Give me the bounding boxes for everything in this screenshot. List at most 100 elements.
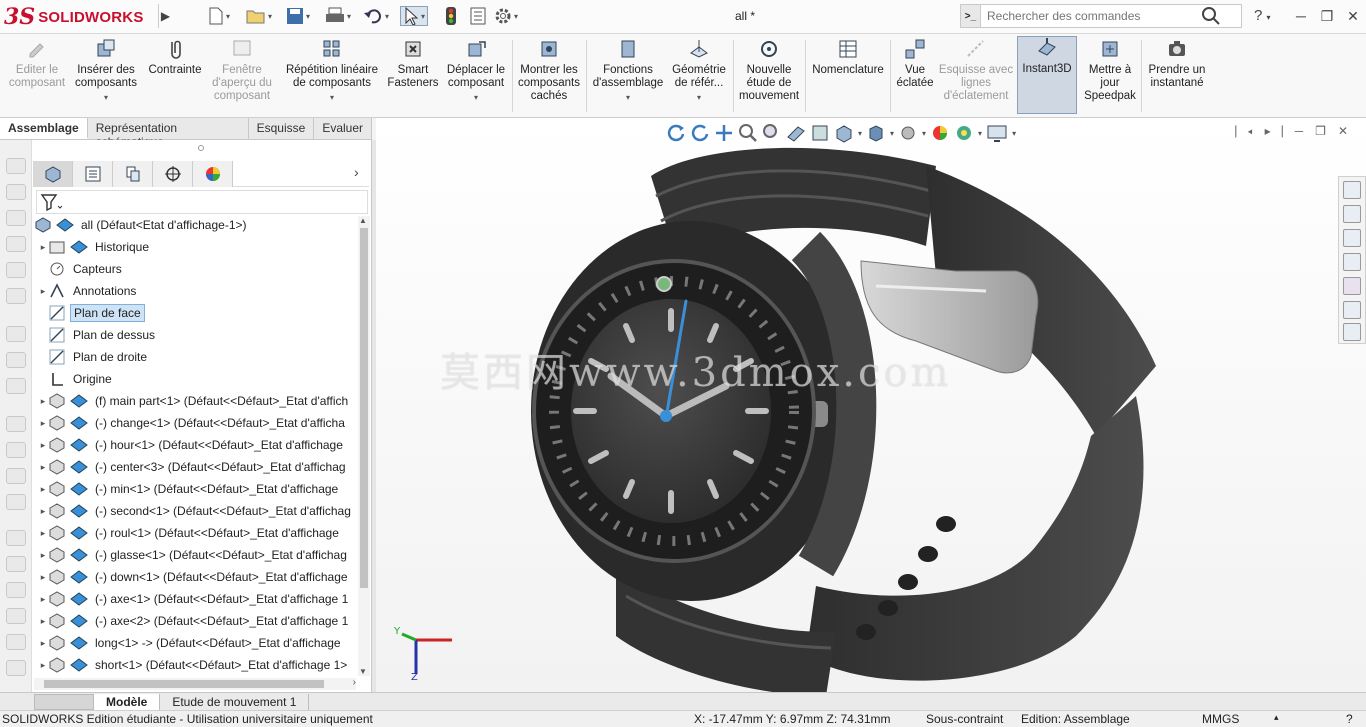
expand-arrow-icon[interactable]: ▸ bbox=[38, 572, 48, 583]
expand-arrow-icon[interactable]: ▸ bbox=[38, 286, 48, 297]
edit-component-button[interactable]: Editer le composant bbox=[6, 38, 68, 90]
menu-flyout-arrow[interactable]: ▶ bbox=[158, 4, 172, 28]
dimxpert-tab[interactable] bbox=[153, 161, 193, 187]
exploded-view-button[interactable]: Vue éclatée bbox=[894, 38, 936, 90]
configuration-manager-tab[interactable] bbox=[113, 161, 153, 187]
minimize-window-icon[interactable]: ─ bbox=[1290, 6, 1312, 26]
tool-strip-icon[interactable] bbox=[6, 262, 26, 278]
scroll-right-icon[interactable]: › bbox=[353, 677, 356, 688]
tab-scroll-controls[interactable] bbox=[34, 693, 94, 710]
tool-strip-icon[interactable] bbox=[6, 494, 26, 510]
chevron-up-icon[interactable]: ▴ bbox=[1274, 712, 1279, 723]
chevron-right-icon[interactable]: › bbox=[354, 164, 359, 180]
chevron-down-icon[interactable]: ▾ bbox=[330, 91, 334, 104]
chevron-down-icon[interactable]: ▾ bbox=[697, 91, 701, 104]
tree-item[interactable]: ▸ Historique bbox=[32, 236, 357, 258]
save-button[interactable]: ▾ bbox=[286, 6, 310, 26]
tool-strip-icon[interactable] bbox=[6, 326, 26, 342]
tab-representation-schematique[interactable]: Représentation schématique bbox=[87, 118, 249, 149]
tab-modele[interactable]: Modèle bbox=[94, 693, 161, 710]
tool-strip-icon[interactable] bbox=[6, 634, 26, 650]
tool-strip-icon[interactable] bbox=[6, 158, 26, 174]
mate-button[interactable]: Contrainte bbox=[144, 38, 206, 77]
chevron-down-icon[interactable]: ▾ bbox=[104, 91, 108, 104]
expand-arrow-icon[interactable]: ▸ bbox=[38, 594, 48, 605]
tree-item[interactable]: ▸ (-) hour<1> (Défaut<<Défaut>_Etat d'aff… bbox=[32, 434, 357, 456]
tree-item[interactable]: ▸ (-) axe<1> (Défaut<<Défaut>_Etat d'affi… bbox=[32, 588, 357, 610]
units-selector[interactable]: MMGS bbox=[1202, 712, 1239, 726]
tree-item[interactable]: ▸ (-) second<1> (Défaut<<Défaut>_Etat d'a… bbox=[32, 500, 357, 522]
chevron-down-icon[interactable]: ▾ bbox=[474, 91, 478, 104]
smart-fasteners-button[interactable]: Smart Fasteners bbox=[386, 38, 440, 90]
expand-arrow-icon[interactable]: ▸ bbox=[38, 528, 48, 539]
explode-line-sketch-button[interactable]: Esquisse avec lignes d'éclatement bbox=[938, 38, 1014, 103]
feature-manager-tab[interactable] bbox=[33, 161, 73, 187]
tree-root[interactable]: all (Défaut<Etat d'affichage-1>) bbox=[34, 216, 357, 236]
tree-item[interactable]: ▸ (-) down<1> (Défaut<<Défaut>_Etat d'aff… bbox=[32, 566, 357, 588]
tree-item[interactable]: ▸ (-) min<1> (Défaut<<Défaut>_Etat d'affi… bbox=[32, 478, 357, 500]
graphics-viewport[interactable]: ▾ ▾ ▾ ▾ ▾ ⎸◂ ▸⎹ ─ ❐ ✕ 莫西网www.3dmox.com Z… bbox=[376, 118, 1366, 696]
insert-components-button[interactable]: Insérer des composants ▾ bbox=[72, 38, 140, 104]
tab-esquisse[interactable]: Esquisse bbox=[248, 118, 315, 139]
bom-button[interactable]: Nomenclature bbox=[809, 38, 887, 77]
tool-strip-icon[interactable] bbox=[6, 378, 26, 394]
design-library-icon[interactable] bbox=[1343, 205, 1361, 223]
tool-strip-icon[interactable] bbox=[6, 236, 26, 252]
tree-item[interactable]: Plan de dessus bbox=[32, 324, 357, 346]
take-snapshot-button[interactable]: Prendre un instantané bbox=[1146, 38, 1208, 90]
new-document-button[interactable]: ▾ bbox=[208, 6, 230, 26]
scroll-thumb[interactable] bbox=[44, 680, 324, 688]
new-motion-study-button[interactable]: Nouvelle étude de mouvement bbox=[737, 38, 801, 103]
tool-strip-icon[interactable] bbox=[6, 468, 26, 484]
close-window-icon[interactable]: ✕ bbox=[1342, 6, 1364, 26]
tree-item[interactable]: Capteurs bbox=[32, 258, 357, 280]
solidworks-logo[interactable]: 3S SOLIDWORKS bbox=[4, 2, 154, 32]
tree-item[interactable]: Plan de face bbox=[32, 302, 357, 324]
tool-strip-icon[interactable] bbox=[6, 442, 26, 458]
tile-left-icon[interactable]: ⎸◂ bbox=[1235, 124, 1252, 139]
restore-view-icon[interactable]: ❐ bbox=[1315, 124, 1326, 139]
tree-item[interactable]: ▸ (f) main part<1> (Défaut<<Défaut>_Etat … bbox=[32, 390, 357, 412]
command-search[interactable]: >_ bbox=[960, 4, 1242, 28]
tool-strip-icon[interactable] bbox=[6, 608, 26, 624]
print-button[interactable]: ▾ bbox=[325, 6, 351, 26]
expand-arrow-icon[interactable]: ▸ bbox=[38, 660, 48, 671]
tab-evaluer[interactable]: Evaluer bbox=[314, 118, 372, 139]
tool-strip-icon[interactable] bbox=[6, 556, 26, 572]
tool-strip-icon[interactable] bbox=[6, 210, 26, 226]
preview-window-button[interactable]: Fenêtre d'aperçu du composant bbox=[208, 38, 276, 103]
scroll-thumb[interactable] bbox=[360, 228, 368, 588]
expand-arrow-icon[interactable]: ▸ bbox=[38, 484, 48, 495]
tree-horizontal-scrollbar[interactable]: › bbox=[34, 677, 356, 690]
restore-window-icon[interactable]: ❐ bbox=[1316, 6, 1338, 26]
tree-item[interactable]: ▸ long<1> -> (Défaut<<Défaut>_Etat d'affi… bbox=[32, 632, 357, 654]
tool-strip-icon[interactable] bbox=[6, 660, 26, 676]
expand-arrow-icon[interactable]: ▸ bbox=[38, 462, 48, 473]
expand-arrow-icon[interactable]: ▸ bbox=[38, 418, 48, 429]
tab-assemblage[interactable]: Assemblage bbox=[0, 118, 88, 139]
instant3d-button[interactable]: Instant3D bbox=[1017, 36, 1077, 114]
panel-grip-dot[interactable] bbox=[198, 145, 204, 151]
move-component-button[interactable]: Déplacer le composant ▾ bbox=[444, 38, 508, 104]
tool-strip-icon[interactable] bbox=[6, 416, 26, 432]
assembly-features-button[interactable]: Fonctions d'assemblage ▾ bbox=[590, 38, 666, 104]
select-button[interactable]: ▾ bbox=[400, 6, 429, 26]
search-input[interactable] bbox=[981, 9, 1201, 23]
open-button[interactable]: ▾ bbox=[246, 6, 272, 26]
watch-3d-model[interactable] bbox=[516, 136, 1216, 696]
tree-item[interactable]: Plan de droite bbox=[32, 346, 357, 368]
undo-button[interactable]: ▾ bbox=[363, 6, 389, 26]
file-properties-button[interactable] bbox=[469, 6, 487, 26]
expand-arrow-icon[interactable]: ▸ bbox=[38, 440, 48, 451]
tree-item[interactable]: Origine bbox=[32, 368, 357, 390]
display-manager-tab[interactable] bbox=[193, 161, 233, 187]
expand-arrow-icon[interactable]: ▸ bbox=[38, 616, 48, 627]
tree-item[interactable]: ▸ Annotations bbox=[32, 280, 357, 302]
reference-geometry-button[interactable]: Géométrie de référ... ▾ bbox=[668, 38, 730, 104]
search-icon[interactable] bbox=[1201, 6, 1221, 26]
tool-strip-icon[interactable] bbox=[6, 530, 26, 546]
show-hidden-components-button[interactable]: Montrer les composants cachés bbox=[516, 38, 582, 103]
tree-item[interactable]: ▸ short<1> (Défaut<<Défaut>_Etat d'affich… bbox=[32, 654, 357, 676]
tree-item[interactable]: ▸ (-) axe<2> (Défaut<<Défaut>_Etat d'affi… bbox=[32, 610, 357, 632]
tree-filter[interactable] bbox=[36, 190, 368, 214]
